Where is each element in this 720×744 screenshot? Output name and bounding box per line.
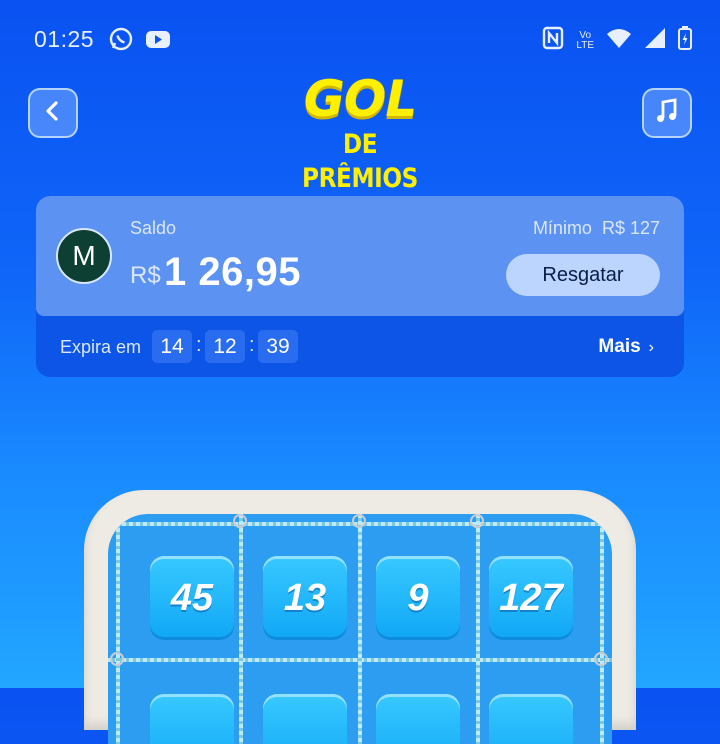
volte-label-bottom: LTE — [576, 39, 594, 51]
net-ring — [233, 514, 247, 528]
minimum-value: R$ 127 — [601, 218, 660, 238]
logo-title: GOL — [303, 70, 417, 128]
timer-seconds: 39 — [258, 330, 298, 363]
volte-label-top: Vo — [579, 29, 592, 41]
net-rope — [239, 514, 243, 744]
timer-hours: 14 — [152, 330, 192, 363]
logo-subtitle: DE PRÊMIOS — [302, 129, 418, 194]
net-rope — [600, 514, 604, 744]
music-note-icon — [655, 97, 679, 129]
volte-icon: Vo LTE — [576, 29, 594, 51]
net-ring — [470, 514, 484, 528]
status-time: 01:25 — [34, 26, 95, 52]
more-label: Mais — [598, 336, 641, 357]
nfc-icon — [542, 26, 564, 55]
system-icons: Vo LTE — [542, 26, 692, 55]
chevron-left-icon — [43, 100, 63, 127]
youtube-icon — [144, 26, 172, 57]
wifi-icon — [606, 27, 632, 54]
more-link[interactable]: Mais › — [598, 336, 654, 358]
music-button[interactable] — [642, 88, 692, 138]
number-tile[interactable] — [263, 694, 347, 744]
balance-currency: R$ — [130, 262, 161, 289]
net-ring — [110, 652, 124, 666]
net-rope — [358, 514, 362, 744]
net-rope — [116, 514, 120, 744]
expires-label: Expira em — [60, 337, 142, 357]
number-tile[interactable]: 45 — [150, 556, 234, 640]
signal-icon — [644, 27, 666, 54]
net-rope — [476, 514, 480, 744]
timer-separator: : — [249, 334, 255, 356]
number-tile[interactable]: 13 — [263, 556, 347, 640]
timer-minutes: 12 — [205, 330, 245, 363]
number-tile[interactable]: 9 — [376, 556, 460, 640]
net-ring — [352, 514, 366, 528]
minimum-withdrawal: Mínimo R$ 127 — [533, 218, 660, 239]
number-tile[interactable] — [376, 694, 460, 744]
back-button[interactable] — [28, 88, 78, 138]
goal-net: 45 13 9 127 — [108, 514, 612, 744]
minimum-label: Mínimo — [532, 218, 592, 238]
chevron-right-icon: › — [648, 339, 654, 356]
goal-frame: 45 13 9 127 — [84, 490, 636, 744]
redeem-button[interactable]: Resgatar — [506, 254, 660, 296]
balance-panel: M Saldo R$ 1 26,95 Mínimo R$ 127 Resgatar — [36, 196, 684, 316]
timer-separator: : — [196, 334, 202, 356]
number-tile[interactable] — [489, 694, 573, 744]
balance-label: Saldo — [130, 218, 177, 238]
game-logo: GOL DE PRÊMIOS — [270, 70, 450, 194]
battery-icon — [678, 26, 692, 55]
status-bar: 01:25 Vo LTE — [0, 0, 720, 76]
number-tile[interactable] — [150, 694, 234, 744]
balance-amount: 1 26,95 — [164, 250, 301, 294]
net-ring — [594, 652, 608, 666]
whatsapp-icon — [108, 26, 134, 57]
avatar[interactable]: M — [56, 228, 112, 284]
balance-card: M Saldo R$ 1 26,95 Mínimo R$ 127 Resgatar… — [36, 196, 684, 377]
notification-icons — [108, 26, 172, 57]
number-tile[interactable]: 127 — [489, 556, 573, 640]
